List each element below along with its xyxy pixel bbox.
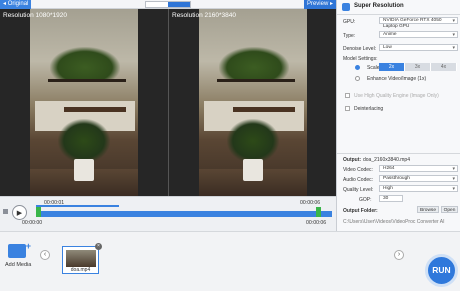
original-resolution: Resolution 1080*1920: [3, 12, 67, 19]
shelf: [217, 79, 295, 82]
output-folder-label: Output Folder:: [343, 208, 378, 214]
timeline-selection: [36, 211, 332, 217]
current-time: 00:00:01: [44, 200, 65, 206]
hanging-plants: [219, 47, 289, 81]
hq-engine-label: Use High Quality Engine (Image Only): [354, 93, 439, 99]
video-codec-select[interactable]: H264: [379, 165, 458, 172]
scale-label: Scale: [367, 65, 380, 71]
type-label: Type:: [343, 33, 356, 39]
hq-engine-checkbox[interactable]: [345, 93, 350, 98]
scale-option-4x[interactable]: 4x: [431, 63, 457, 71]
gop-label: GOP:: [359, 197, 372, 203]
deinterlacing-label: Deinterlacing: [354, 106, 384, 112]
output-label: Output:: [343, 157, 362, 163]
enhance-label: Enhance Video/Image (1x): [367, 76, 427, 82]
wooden-counter: [64, 107, 126, 112]
gpu-label: GPU:: [343, 19, 356, 25]
shelf: [48, 79, 126, 82]
model-settings-label: Model Settings:: [343, 56, 378, 62]
timeline-track[interactable]: [36, 211, 332, 217]
video-codec-label: Video Codec:: [343, 167, 373, 173]
remove-media-icon[interactable]: ×: [95, 243, 102, 250]
start-time: 00:00:00: [22, 220, 43, 226]
quality-label: Quality Level:: [343, 187, 374, 193]
potted-plant: [58, 119, 110, 163]
scale-segmented-control: 2x 3x 4x: [379, 63, 457, 71]
upscaled-video-pane: Resolution 2160*3840: [168, 9, 336, 196]
compare-toggle[interactable]: [145, 1, 191, 8]
audio-codec-label: Audio Codec:: [343, 177, 374, 183]
scroll-left-button[interactable]: ‹: [40, 250, 50, 260]
play-icon: ▶: [16, 209, 23, 217]
plant-pot: [243, 159, 263, 181]
toggle-right-segment[interactable]: [168, 2, 190, 7]
play-button[interactable]: ▶: [12, 205, 27, 220]
trim-start-handle[interactable]: [36, 207, 41, 217]
upscaled-video-frame: [199, 9, 307, 196]
original-tab[interactable]: ◂ Original: [0, 0, 32, 9]
deinterlacing-checkbox[interactable]: [345, 106, 350, 111]
settings-panel: Super Resolution GPU: NVIDIA GeForce RTX…: [336, 0, 460, 231]
trim-end-handle[interactable]: [316, 207, 321, 217]
plant-pot: [74, 159, 94, 181]
preview-top-bar: ◂ Original Preview ▸: [0, 0, 336, 9]
scale-radio[interactable]: [355, 65, 360, 70]
video-preview-area: Resolution 1080*1920 Resolution 2160*384…: [0, 9, 336, 196]
scale-option-2x[interactable]: 2x: [379, 63, 405, 71]
add-media-label: Add Media: [5, 262, 32, 268]
quality-select[interactable]: High: [379, 185, 458, 192]
scale-option-3x[interactable]: 3x: [405, 63, 431, 71]
denoise-select[interactable]: Low: [379, 44, 458, 51]
thumbnail-image: [66, 250, 96, 267]
potted-plant: [227, 119, 279, 163]
add-media-button[interactable]: [8, 241, 31, 260]
output-filename: doa_2160x3840.mp4: [363, 157, 410, 163]
open-button[interactable]: Open: [441, 206, 458, 213]
wooden-counter: [233, 107, 295, 112]
output-folder-path: C:\Users\User\Videos\VideoProc Converter…: [343, 219, 445, 225]
enhance-radio[interactable]: [355, 76, 360, 81]
browse-button[interactable]: Browse: [417, 206, 439, 213]
original-tab-label: Original: [7, 1, 29, 7]
scroll-right-button[interactable]: ›: [394, 250, 404, 260]
preview-tab[interactable]: Preview ▸: [303, 0, 336, 9]
gpu-select[interactable]: NVIDIA GeForce RTX 4050 Laptop GPU: [379, 17, 458, 29]
original-video-pane: Resolution 1080*1920: [0, 9, 168, 196]
type-select[interactable]: Anime: [379, 31, 458, 38]
gop-input[interactable]: 30: [379, 195, 403, 202]
audio-codec-select[interactable]: Passthrough: [379, 175, 458, 182]
divider: [337, 14, 460, 15]
toggle-left-segment[interactable]: [146, 2, 168, 7]
upscaled-resolution: Resolution 2160*3840: [172, 12, 236, 19]
stop-icon[interactable]: [3, 209, 8, 214]
panel-title: Super Resolution: [354, 3, 404, 9]
preview-tab-label: Preview: [306, 1, 329, 7]
original-video-frame: [30, 9, 138, 196]
denoise-label: Denoise Level:: [343, 46, 377, 52]
end-time-top: 00:00:06: [300, 200, 321, 206]
run-button[interactable]: RUN: [425, 254, 458, 287]
end-time: 00:00:06: [306, 220, 327, 226]
thumbnail-filename: doa.mp4: [70, 267, 91, 273]
media-thumbnail[interactable]: doa.mp4 ×: [62, 243, 102, 274]
super-resolution-icon: [342, 3, 350, 11]
divider: [337, 153, 460, 154]
hanging-plants: [50, 47, 120, 81]
film-add-icon: [8, 241, 31, 258]
